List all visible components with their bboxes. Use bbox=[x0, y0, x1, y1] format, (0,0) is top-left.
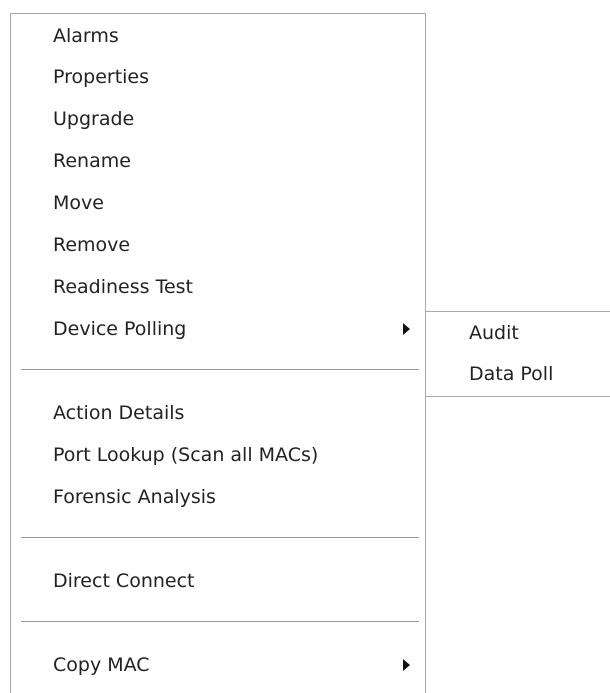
menu-item-readiness-test[interactable]: Readiness Test bbox=[53, 272, 193, 302]
submenu-item-audit[interactable]: Audit bbox=[469, 318, 519, 348]
caret-right-icon bbox=[403, 659, 410, 671]
menu-separator bbox=[21, 537, 419, 538]
menu-item-remove[interactable]: Remove bbox=[53, 230, 130, 260]
device-polling-submenu: Audit Data Poll bbox=[426, 311, 610, 397]
menu-item-upgrade[interactable]: Upgrade bbox=[53, 104, 134, 134]
menu-separator bbox=[21, 621, 419, 622]
menu-item-device-polling[interactable]: Device Polling bbox=[53, 314, 186, 344]
menu-item-move[interactable]: Move bbox=[53, 188, 104, 218]
menu-item-direct-connect[interactable]: Direct Connect bbox=[53, 566, 195, 596]
menu-item-alarms[interactable]: Alarms bbox=[53, 21, 119, 51]
menu-item-properties[interactable]: Properties bbox=[53, 62, 149, 92]
context-menu: Alarms Properties Upgrade Rename Move Re… bbox=[10, 13, 426, 693]
menu-item-rename[interactable]: Rename bbox=[53, 146, 131, 176]
submenu-item-data-poll[interactable]: Data Poll bbox=[469, 359, 553, 389]
menu-item-copy-mac[interactable]: Copy MAC bbox=[53, 650, 150, 680]
menu-separator bbox=[21, 369, 419, 370]
caret-right-icon bbox=[403, 323, 410, 335]
menu-item-forensic-analysis[interactable]: Forensic Analysis bbox=[53, 482, 216, 512]
menu-item-port-lookup[interactable]: Port Lookup (Scan all MACs) bbox=[53, 440, 318, 470]
menu-item-action-details[interactable]: Action Details bbox=[53, 398, 184, 428]
